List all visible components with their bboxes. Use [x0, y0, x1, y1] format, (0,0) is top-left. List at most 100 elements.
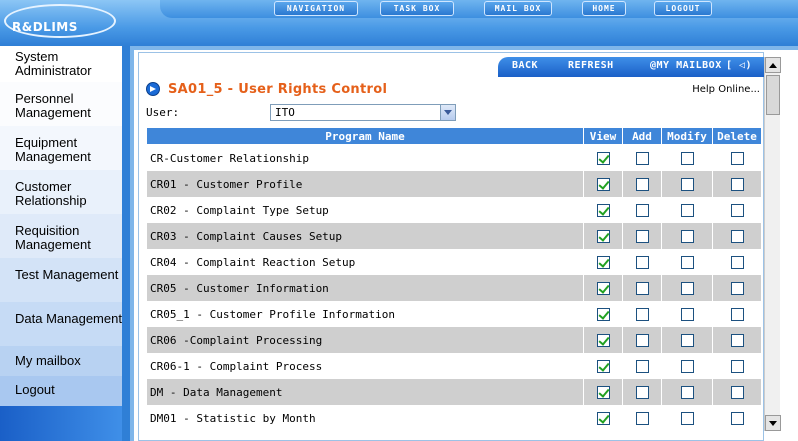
- add-cell: [623, 327, 661, 353]
- view-checkbox[interactable]: [596, 203, 610, 217]
- modify-cell: [662, 223, 712, 249]
- sidebar-item-personnel-management[interactable]: Personnel Management: [0, 82, 122, 126]
- delete-checkbox[interactable]: [730, 255, 744, 269]
- modify-checkbox[interactable]: [680, 281, 694, 295]
- nav-taskbox-button[interactable]: TASK BOX: [380, 1, 454, 16]
- col-modify: Modify: [662, 128, 712, 145]
- nav-logout-button[interactable]: LOGOUT: [654, 1, 712, 16]
- table-row: DM - Data Management: [147, 379, 761, 405]
- delete-checkbox[interactable]: [730, 411, 744, 425]
- view-cell: [584, 197, 622, 223]
- scroll-up-button[interactable]: [765, 57, 781, 73]
- add-cell: [623, 223, 661, 249]
- program-name-cell: CR06-1 - Complaint Process: [147, 353, 583, 379]
- view-checkbox[interactable]: [596, 151, 610, 165]
- sidebar-item-equipment-management[interactable]: Equipment Management: [0, 126, 122, 170]
- delete-cell: [713, 145, 761, 171]
- add-checkbox[interactable]: [635, 411, 649, 425]
- nav-home-button[interactable]: HOME: [582, 1, 626, 16]
- add-checkbox[interactable]: [635, 307, 649, 321]
- title-row: SA01_5 - User Rights Control Help Online…: [142, 80, 764, 100]
- modify-cell: [662, 249, 712, 275]
- col-view: View: [584, 128, 622, 145]
- modify-cell: [662, 379, 712, 405]
- modify-checkbox[interactable]: [680, 307, 694, 321]
- modify-checkbox[interactable]: [680, 229, 694, 243]
- add-checkbox[interactable]: [635, 177, 649, 191]
- back-button[interactable]: BACK: [512, 60, 538, 71]
- add-checkbox[interactable]: [635, 229, 649, 243]
- modify-checkbox[interactable]: [680, 151, 694, 165]
- program-name-cell: DM01 - Statistic by Month: [147, 405, 583, 431]
- rights-table-body: CR-Customer Relationship CR01 - Customer …: [147, 145, 761, 431]
- sidebar-item-test-management[interactable]: Test Management: [0, 258, 122, 302]
- table-row: CR01 - Customer Profile: [147, 171, 761, 197]
- delete-checkbox[interactable]: [730, 333, 744, 347]
- scroll-thumb[interactable]: [766, 75, 780, 115]
- view-checkbox[interactable]: [596, 385, 610, 399]
- view-checkbox[interactable]: [596, 255, 610, 269]
- view-checkbox[interactable]: [596, 307, 610, 321]
- add-cell: [623, 353, 661, 379]
- add-checkbox[interactable]: [635, 385, 649, 399]
- vertical-scrollbar[interactable]: [764, 57, 781, 431]
- delete-checkbox[interactable]: [730, 203, 744, 217]
- delete-checkbox[interactable]: [730, 385, 744, 399]
- delete-checkbox[interactable]: [730, 359, 744, 373]
- modify-checkbox[interactable]: [680, 255, 694, 269]
- add-checkbox[interactable]: [635, 281, 649, 295]
- add-cell: [623, 379, 661, 405]
- sidebar-item-data-management[interactable]: Data Management: [0, 302, 122, 346]
- modify-checkbox[interactable]: [680, 177, 694, 191]
- sidebar-item-my-mailbox[interactable]: My mailbox: [0, 346, 122, 376]
- modify-checkbox[interactable]: [680, 385, 694, 399]
- speaker-icon[interactable]: [ ◁): [726, 60, 752, 71]
- view-checkbox[interactable]: [596, 411, 610, 425]
- delete-checkbox[interactable]: [730, 307, 744, 321]
- modify-checkbox[interactable]: [680, 203, 694, 217]
- program-name-cell: CR05 - Customer Information: [147, 275, 583, 301]
- table-row: CR06 -Complaint Processing: [147, 327, 761, 353]
- delete-checkbox[interactable]: [730, 229, 744, 243]
- sidebar-item-logout[interactable]: Logout: [0, 376, 122, 406]
- nav-mailbox-button[interactable]: MAIL BOX: [484, 1, 552, 16]
- delete-cell: [713, 275, 761, 301]
- add-checkbox[interactable]: [635, 203, 649, 217]
- my-mailbox-button[interactable]: @MY MAILBOX: [650, 60, 722, 71]
- delete-checkbox[interactable]: [730, 151, 744, 165]
- user-select[interactable]: ITO: [270, 104, 456, 121]
- modify-checkbox[interactable]: [680, 411, 694, 425]
- add-checkbox[interactable]: [635, 255, 649, 269]
- delete-checkbox[interactable]: [730, 281, 744, 295]
- top-bar: R&DLIMS NAVIGATION TASK BOX MAIL BOX HOM…: [0, 0, 798, 46]
- help-online-link[interactable]: Help Online...: [692, 84, 760, 95]
- view-checkbox[interactable]: [596, 177, 610, 191]
- refresh-button[interactable]: REFRESH: [568, 60, 614, 71]
- chevron-down-icon[interactable]: [440, 105, 455, 120]
- logo-text: R&DLIMS: [12, 20, 78, 34]
- delete-cell: [713, 249, 761, 275]
- delete-cell: [713, 353, 761, 379]
- sidebar-item-customer-relationship[interactable]: Customer Relationship: [0, 170, 122, 214]
- delete-checkbox[interactable]: [730, 177, 744, 191]
- modify-cell: [662, 197, 712, 223]
- nav-navigation-button[interactable]: NAVIGATION: [274, 1, 358, 16]
- view-checkbox[interactable]: [596, 281, 610, 295]
- modify-cell: [662, 301, 712, 327]
- add-cell: [623, 145, 661, 171]
- view-checkbox[interactable]: [596, 359, 610, 373]
- sidebar-item-system-administrator[interactable]: System Administrator: [0, 46, 122, 82]
- modify-checkbox[interactable]: [680, 333, 694, 347]
- table-row: CR04 - Complaint Reaction Setup: [147, 249, 761, 275]
- add-checkbox[interactable]: [635, 333, 649, 347]
- delete-cell: [713, 405, 761, 431]
- add-checkbox[interactable]: [635, 151, 649, 165]
- table-row: CR-Customer Relationship: [147, 145, 761, 171]
- view-cell: [584, 301, 622, 327]
- scroll-down-button[interactable]: [765, 415, 781, 431]
- view-checkbox[interactable]: [596, 333, 610, 347]
- sidebar-item-requisition-management[interactable]: Requisition Management: [0, 214, 122, 258]
- modify-checkbox[interactable]: [680, 359, 694, 373]
- view-checkbox[interactable]: [596, 229, 610, 243]
- add-checkbox[interactable]: [635, 359, 649, 373]
